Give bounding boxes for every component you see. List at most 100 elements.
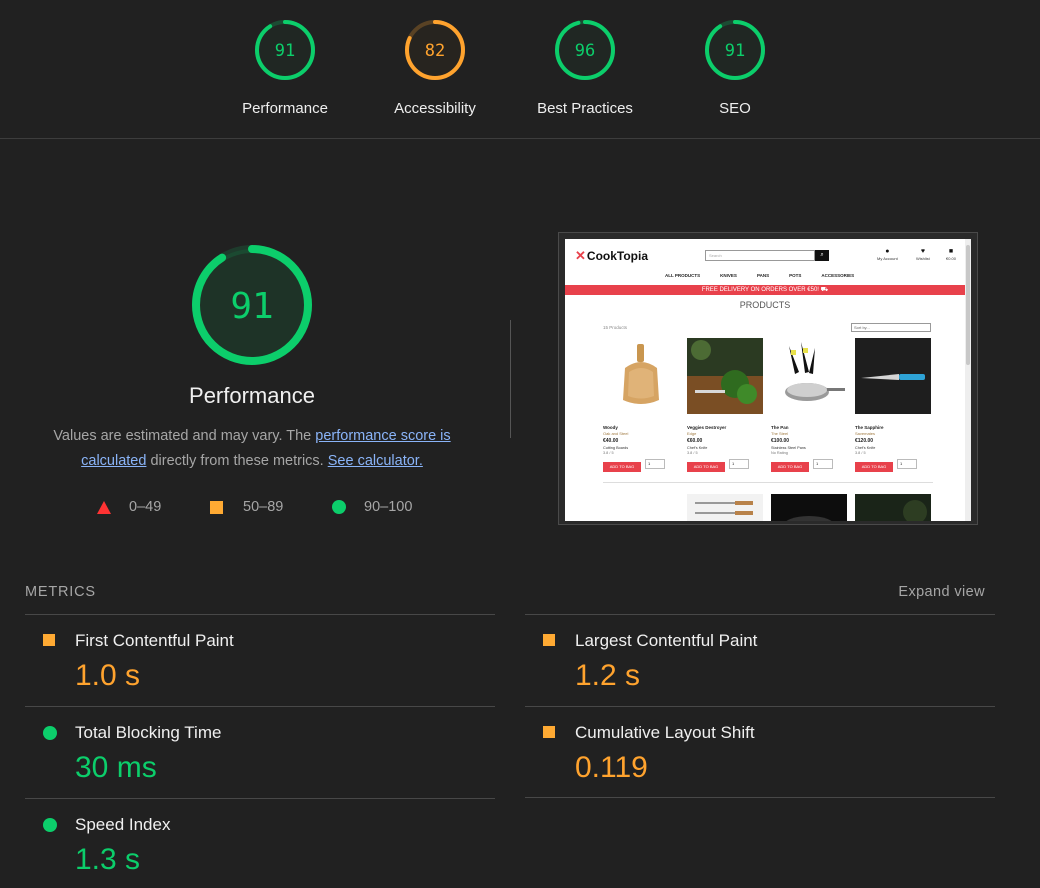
square-icon [543, 634, 555, 646]
sapphire-knife-image [855, 338, 931, 414]
final-screenshot[interactable]: ✕CookTopia Search ⌕ ● My Account ♥ Wishlis… [558, 232, 978, 525]
screenshot-product-price: €100.00 [771, 438, 790, 444]
seo-label: SEO [719, 100, 751, 117]
screenshot-add-button: ADD TO BAG [855, 462, 893, 472]
metric-value: 1.3 s [75, 843, 141, 876]
gauge-accessibility[interactable]: 82 Accessibility [360, 18, 510, 117]
gauge-performance[interactable]: 91 Performance [210, 18, 360, 117]
metric-name: Total Blocking Time [75, 723, 222, 742]
gauge-seo[interactable]: 91 SEO [660, 18, 810, 117]
metric-cumulative-layout-shift: Cumulative Layout Shift 0.119 [525, 706, 995, 798]
pan-image [771, 338, 847, 414]
knives-logo-icon: ✕ [575, 248, 586, 263]
screenshot-product-tag: Chef's Knife [687, 446, 708, 450]
screenshot-banner: FREE DELIVERY ON ORDERS OVER €50! ⛟ [565, 285, 965, 295]
metrics-header: METRICS [25, 584, 96, 600]
screenshot-count: 15 Products [603, 325, 628, 330]
metric-first-contentful-paint: First Contentful Paint 1.0 s [25, 614, 495, 706]
screenshot-heading: PRODUCTS [739, 300, 791, 310]
square-icon [543, 726, 555, 738]
screenshot-product-tag: Chef's Knife [855, 446, 876, 450]
screenshot-qty: 1 [729, 459, 749, 469]
screenshot-bag: ■ €0.00 [946, 248, 956, 261]
legend-pass: 90–100 [332, 497, 412, 517]
screenshot-logo-text: CookTopia [586, 249, 649, 263]
metric-name: First Contentful Paint [75, 631, 234, 650]
screenshot-wishlist-label: Wishlist [916, 256, 930, 261]
legend-average-range: 50–89 [243, 499, 284, 515]
screenshot-bag-label: €0.00 [946, 256, 957, 261]
screenshot-scrollbar [965, 239, 971, 521]
screenshot-nav: ALL PRODUCTS KNIVES PANS POTS ACCESSORIE… [665, 273, 874, 278]
screenshot-product-sub: The Steel [771, 431, 789, 436]
screenshot-product-card: Woody Oak and Steel €40.00 Cutting Board… [603, 338, 679, 473]
performance-score-value: 91 [275, 41, 295, 61]
screenshot-row-divider [603, 482, 933, 483]
user-icon: ● [885, 248, 890, 255]
hero-description: Values are estimated and may vary. The p… [30, 424, 474, 474]
screenshot-product-sub: Savemates [855, 431, 876, 436]
screenshot-add-button: ADD TO BAG [687, 462, 725, 472]
best-practices-gauge-ring: 96 [555, 20, 615, 80]
screenshot-product-name: The Sapphire [855, 425, 884, 430]
accessibility-label: Accessibility [394, 100, 476, 117]
hero-score-value: 91 [230, 286, 273, 327]
screenshot-product-name: The Pan [771, 425, 789, 430]
cutting-board-image [603, 338, 679, 414]
accessibility-gauge-ring: 82 [405, 20, 465, 80]
performance-gauge-ring: 91 [255, 20, 315, 80]
screenshot-nav-item: POTS [789, 273, 802, 278]
screenshot-product-tag: Cutting Boards [603, 446, 629, 450]
divider [510, 320, 511, 438]
screenshot-page: ✕CookTopia Search ⌕ ● My Account ♥ Wishlis… [565, 239, 971, 521]
hero-title: Performance [189, 383, 315, 408]
screenshot-account-label: My Account [877, 256, 898, 261]
screenshot-product-tag: Stainless Steel Pans [771, 446, 806, 450]
screenshot-nav-item: ALL PRODUCTS [665, 273, 701, 278]
gauge-best-practices[interactable]: 96 Best Practices [510, 18, 660, 117]
circle-icon [332, 500, 346, 514]
circle-icon [43, 818, 57, 832]
square-icon [43, 634, 55, 646]
square-icon [210, 500, 223, 514]
metric-value: 1.0 s [75, 659, 141, 692]
seo-gauge-ring: 91 [705, 20, 765, 80]
legend-average: 50–89 [210, 497, 283, 517]
screenshot-qty: 1 [897, 459, 917, 469]
metric-largest-contentful-paint: Largest Contentful Paint 1.2 s [525, 614, 995, 706]
dark-pot-image [855, 494, 931, 521]
screenshot-qty: 1 [645, 459, 665, 469]
screenshot-product-sub: Oak and Steel [603, 431, 629, 436]
search-icon: ⌕ [815, 250, 829, 261]
see-calculator-link[interactable]: See calculator. [328, 453, 423, 469]
screenshot-product-sub: Edge [687, 431, 697, 436]
heart-icon: ♥ [920, 248, 925, 255]
screenshot-product-price: €60.00 [687, 438, 703, 444]
desc-text-2: directly from these metrics. [146, 453, 328, 469]
screenshot-add-button: ADD TO BAG [771, 462, 809, 472]
screenshot-nav-item: KNIVES [720, 273, 737, 278]
seo-score-value: 91 [725, 41, 745, 61]
legend-fail: 0–49 [97, 497, 161, 517]
screenshot-product-name: Woody [603, 425, 618, 430]
metric-total-blocking-time: Total Blocking Time 30 ms [25, 706, 495, 798]
best-practices-label: Best Practices [537, 100, 633, 117]
screenshot-product-card: The Pan The Steel €100.00 Stainless Stee… [771, 338, 847, 473]
screenshot-scroll-thumb [966, 245, 970, 365]
screenshot-sort: Sort by... [851, 323, 931, 332]
metric-value: 0.119 [575, 751, 648, 784]
metric-speed-index: Speed Index 1.3 s [25, 798, 495, 888]
metric-value: 30 ms [75, 751, 157, 784]
expand-view-toggle[interactable]: Expand view [898, 584, 985, 600]
screenshot-product-name: Veggies Destroyer [687, 425, 727, 430]
veggies-image [687, 338, 763, 414]
screenshot-qty: 1 [813, 459, 833, 469]
screenshot-product-card: The Sapphire Savemates €120.00 Chef's Kn… [855, 338, 931, 473]
dark-pan-image [771, 494, 847, 521]
performance-hero-gauge: 91 [192, 245, 312, 365]
screenshot-add-button: ADD TO BAG [603, 462, 641, 472]
screenshot-account: ● My Account [877, 248, 898, 261]
circle-icon [43, 726, 57, 740]
screenshot-product-price: €120.00 [855, 438, 874, 444]
screenshot-nav-item: ACCESSORIES [821, 273, 855, 278]
